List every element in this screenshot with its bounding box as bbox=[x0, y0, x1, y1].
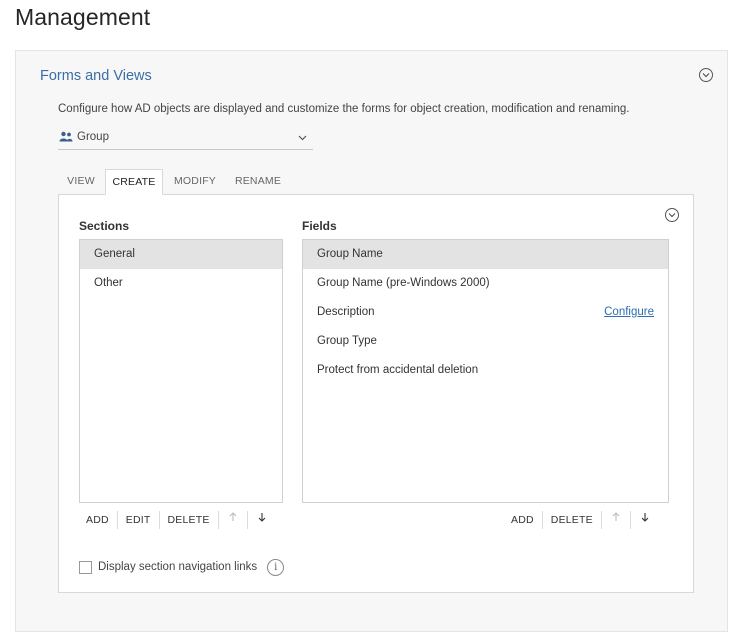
panel-description: Configure how AD objects are displayed a… bbox=[58, 103, 630, 115]
tab-view[interactable]: VIEW bbox=[58, 169, 104, 194]
tab-content: Sections General Other ADD EDIT DELETE F… bbox=[58, 194, 694, 593]
nav-links-label: Display section navigation links bbox=[98, 561, 258, 573]
section-item-general[interactable]: General bbox=[80, 240, 282, 269]
configure-link[interactable]: Configure bbox=[604, 298, 654, 327]
fields-list: Group Name Group Name (pre-Windows 2000)… bbox=[302, 239, 669, 503]
object-type-select[interactable]: Group bbox=[58, 128, 313, 150]
field-item[interactable]: Protect from accidental deletion bbox=[303, 356, 668, 385]
page-title: Management bbox=[15, 4, 151, 30]
section-add-button[interactable]: ADD bbox=[78, 511, 117, 529]
panel-title: Forms and Views bbox=[40, 68, 152, 84]
field-label: Group Name bbox=[317, 248, 383, 260]
tab-create[interactable]: CREATE bbox=[105, 169, 163, 195]
field-label: Group Type bbox=[317, 335, 377, 347]
fields-heading: Fields bbox=[302, 219, 337, 233]
sections-toolbar: ADD EDIT DELETE bbox=[78, 511, 276, 529]
chevron-down-icon bbox=[298, 135, 307, 141]
sections-list: General Other bbox=[79, 239, 283, 503]
panel-collapse-icon[interactable] bbox=[699, 68, 713, 82]
group-icon bbox=[59, 131, 73, 142]
section-delete-button[interactable]: DELETE bbox=[160, 511, 218, 529]
section-move-down-button[interactable] bbox=[248, 511, 276, 529]
section-move-up-button[interactable] bbox=[219, 511, 247, 529]
field-item[interactable]: Description Configure bbox=[303, 298, 668, 327]
field-label: Protect from accidental deletion bbox=[317, 364, 479, 376]
tab-rename[interactable]: RENAME bbox=[227, 169, 289, 194]
field-delete-button[interactable]: DELETE bbox=[543, 511, 601, 529]
content-collapse-icon[interactable] bbox=[665, 208, 679, 222]
field-item[interactable]: Group Name bbox=[303, 240, 668, 269]
arrow-up-icon bbox=[229, 512, 236, 521]
field-label: Description bbox=[317, 306, 375, 318]
arrow-up-icon bbox=[612, 512, 620, 521]
field-move-up-button[interactable] bbox=[602, 511, 630, 529]
field-move-down-button[interactable] bbox=[631, 511, 659, 529]
info-icon[interactable]: i bbox=[267, 558, 285, 576]
nav-links-checkbox[interactable] bbox=[79, 560, 92, 574]
field-label: Group Name (pre-Windows 2000) bbox=[317, 277, 490, 289]
section-edit-button[interactable]: EDIT bbox=[118, 511, 159, 529]
field-item[interactable]: Group Type bbox=[303, 327, 668, 356]
object-type-value: Group bbox=[77, 131, 109, 143]
field-item[interactable]: Group Name (pre-Windows 2000) bbox=[303, 269, 668, 298]
forms-and-views-panel: Forms and Views Configure how AD objects… bbox=[15, 50, 728, 632]
field-add-button[interactable]: ADD bbox=[503, 511, 542, 529]
sections-heading: Sections bbox=[79, 219, 130, 233]
fields-toolbar: ADD DELETE bbox=[503, 511, 659, 529]
section-item-other[interactable]: Other bbox=[80, 269, 282, 298]
nav-links-option: Display section navigation links i bbox=[79, 558, 285, 576]
arrow-down-icon bbox=[258, 513, 265, 522]
arrow-down-icon bbox=[641, 513, 649, 522]
tab-modify[interactable]: MODIFY bbox=[164, 169, 226, 194]
